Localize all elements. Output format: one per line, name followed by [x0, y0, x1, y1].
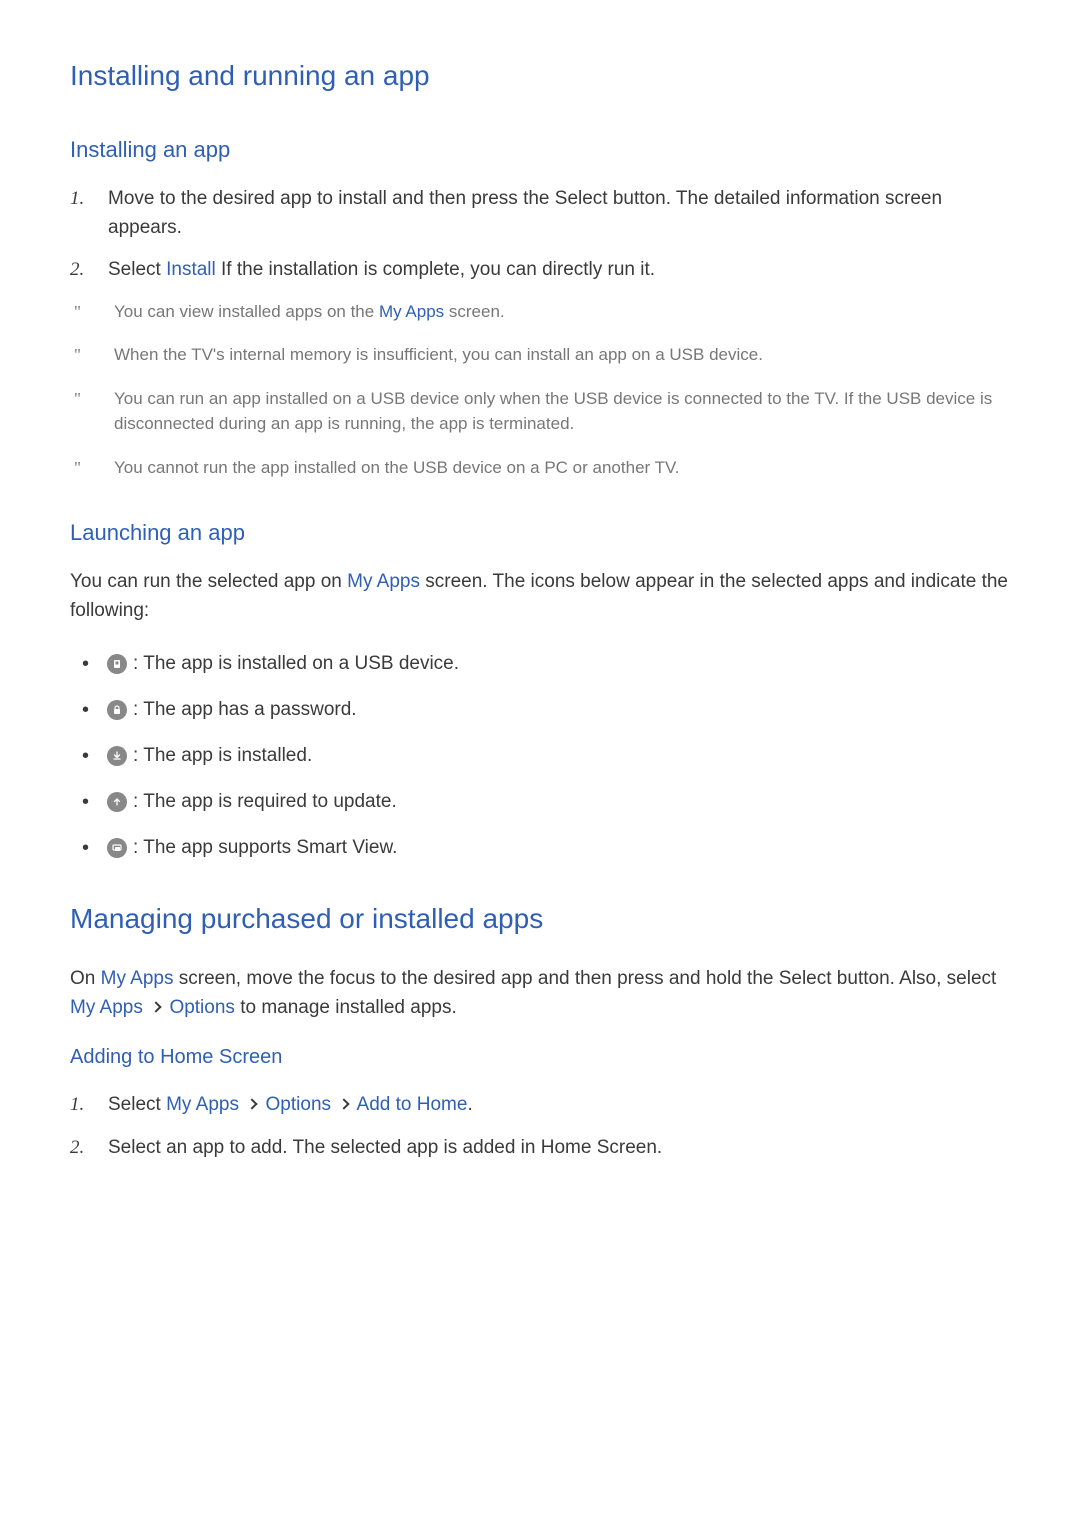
- text-fragment: Select: [108, 1094, 166, 1115]
- my-apps-link: My Apps: [379, 302, 444, 321]
- note-text: You can run an app installed on a USB de…: [114, 386, 1010, 437]
- installing-steps: 1. Move to the desired app to install an…: [70, 185, 1010, 285]
- note-marker-icon: ": [74, 299, 88, 325]
- note-text: When the TV's internal memory is insuffi…: [114, 342, 763, 368]
- text-fragment: You can run the selected app on: [70, 571, 347, 592]
- icon-description: : The app supports Smart View.: [133, 834, 397, 863]
- step-text: Select My Apps Options Add to Home.: [108, 1091, 473, 1120]
- my-apps-link: My Apps: [347, 571, 420, 592]
- text-fragment: to manage installed apps.: [235, 997, 457, 1018]
- step-item: 1. Move to the desired app to install an…: [70, 185, 1010, 242]
- bullet-icon: •: [82, 741, 89, 771]
- list-item: • : The app supports Smart View.: [70, 833, 1010, 863]
- text-fragment: Select: [108, 259, 166, 280]
- step-number: 1.: [70, 185, 90, 242]
- smart-view-icon: [107, 838, 127, 858]
- note-marker-icon: ": [74, 386, 88, 437]
- chevron-right-icon: [339, 1099, 350, 1110]
- text-fragment: screen, move the focus to the desired ap…: [174, 968, 997, 989]
- text-fragment: .: [467, 1094, 472, 1115]
- icon-description: : The app is installed.: [133, 742, 312, 771]
- check-icon: [107, 746, 127, 766]
- bullet-icon: •: [82, 695, 89, 725]
- bullet-icon: •: [82, 787, 89, 817]
- adding-steps: 1. Select My Apps Options Add to Home. 2…: [70, 1091, 1010, 1162]
- text-fragment: You can view installed apps on the: [114, 302, 379, 321]
- step-text: Move to the desired app to install and t…: [108, 185, 1010, 242]
- installing-notes: " You can view installed apps on the My …: [70, 299, 1010, 481]
- icon-legend-list: • : The app is installed on a USB device…: [70, 649, 1010, 863]
- chevron-right-icon: [247, 1099, 258, 1110]
- managing-heading: Managing purchased or installed apps: [70, 903, 1010, 935]
- my-apps-link: My Apps: [101, 968, 174, 989]
- note-text: You cannot run the app installed on the …: [114, 455, 679, 481]
- update-icon: [107, 792, 127, 812]
- icon-description: : The app has a password.: [133, 696, 357, 725]
- step-text: Select Install If the installation is co…: [108, 256, 655, 285]
- options-link: Options: [169, 997, 234, 1018]
- note-text: You can view installed apps on the My Ap…: [114, 299, 505, 325]
- text-fragment: If the installation is complete, you can…: [216, 259, 655, 280]
- icon-description: : The app is required to update.: [133, 788, 397, 817]
- step-item: 2. Select Install If the installation is…: [70, 256, 1010, 285]
- icon-description: : The app is installed on a USB device.: [133, 650, 459, 679]
- step-text: Select an app to add. The selected app i…: [108, 1134, 662, 1163]
- my-apps-link: My Apps: [70, 997, 143, 1018]
- install-link: Install: [166, 259, 216, 280]
- list-item: • : The app is required to update.: [70, 787, 1010, 817]
- options-link: Options: [266, 1094, 331, 1115]
- chevron-right-icon: [150, 1001, 161, 1012]
- lock-icon: [107, 700, 127, 720]
- step-number: 1.: [70, 1091, 90, 1120]
- installing-heading: Installing an app: [70, 137, 1010, 163]
- note-marker-icon: ": [74, 342, 88, 368]
- page-title: Installing and running an app: [70, 60, 1010, 92]
- list-item: • : The app is installed on a USB device…: [70, 649, 1010, 679]
- note-item: " You can run an app installed on a USB …: [70, 386, 1010, 437]
- text-fragment: On: [70, 968, 101, 989]
- step-number: 2.: [70, 256, 90, 285]
- bullet-icon: •: [82, 649, 89, 679]
- step-item: 1. Select My Apps Options Add to Home.: [70, 1091, 1010, 1120]
- note-marker-icon: ": [74, 455, 88, 481]
- usb-icon: [107, 654, 127, 674]
- my-apps-link: My Apps: [166, 1094, 239, 1115]
- launching-heading: Launching an app: [70, 520, 1010, 546]
- managing-intro: On My Apps screen, move the focus to the…: [70, 965, 1010, 1022]
- bullet-icon: •: [82, 833, 89, 863]
- list-item: • : The app is installed.: [70, 741, 1010, 771]
- list-item: • : The app has a password.: [70, 695, 1010, 725]
- note-item: " When the TV's internal memory is insuf…: [70, 342, 1010, 368]
- add-to-home-link: Add to Home: [357, 1094, 468, 1115]
- text-fragment: screen.: [444, 302, 504, 321]
- step-number: 2.: [70, 1134, 90, 1163]
- note-item: " You cannot run the app installed on th…: [70, 455, 1010, 481]
- launching-intro: You can run the selected app on My Apps …: [70, 568, 1010, 625]
- note-item: " You can view installed apps on the My …: [70, 299, 1010, 325]
- adding-heading: Adding to Home Screen: [70, 1046, 1010, 1069]
- step-item: 2. Select an app to add. The selected ap…: [70, 1134, 1010, 1163]
